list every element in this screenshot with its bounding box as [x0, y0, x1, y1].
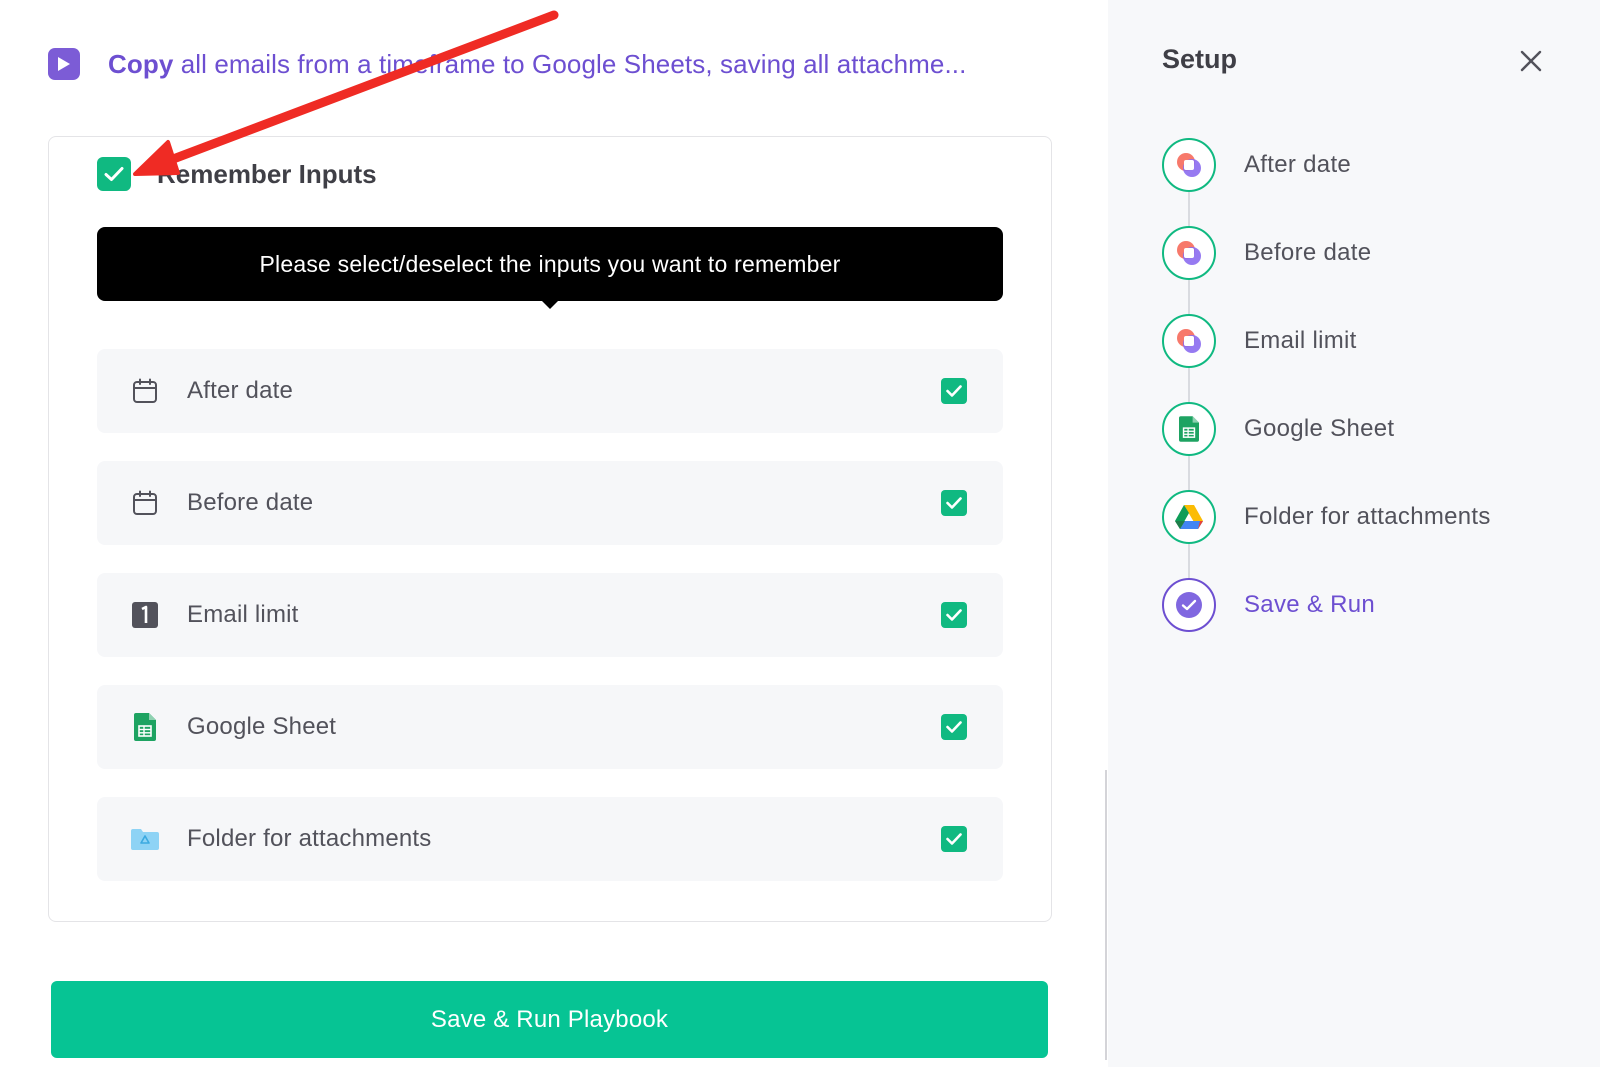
close-icon[interactable] [1516, 46, 1546, 76]
remember-inputs-checkbox[interactable] [97, 157, 131, 191]
input-row-folder-attachments[interactable]: Folder for attachments [97, 797, 1003, 881]
input-label: After date [187, 377, 294, 404]
tooltip: Please select/deselect the inputs you wa… [97, 227, 1003, 309]
step-label: After date [1244, 151, 1352, 178]
step-label: Google Sheet [1244, 415, 1395, 442]
input-label: Email limit [187, 601, 299, 628]
setup-step-folder-attachments[interactable]: Folder for attachments [1162, 490, 1491, 544]
title-bold: Copy [108, 48, 174, 79]
input-row-after-date[interactable]: After date [97, 349, 1003, 433]
play-icon[interactable] [48, 48, 80, 80]
main-panel: Copy all emails from a timeframe to Goog… [0, 0, 1106, 1067]
setup-step-google-sheet[interactable]: Google Sheet [1162, 402, 1394, 456]
playbook-title-row: Copy all emails from a timeframe to Goog… [48, 40, 1068, 88]
input-label: Folder for attachments [187, 825, 432, 852]
input-label: Before date [187, 489, 314, 516]
google-sheets-icon [131, 713, 159, 741]
input-checkbox[interactable] [941, 490, 967, 516]
remember-inputs-row[interactable]: Remember Inputs [97, 157, 377, 191]
remember-inputs-label: Remember Inputs [157, 158, 377, 189]
save-and-run-playbook-button[interactable]: Save & Run Playbook [51, 981, 1048, 1058]
remember-inputs-card: Remember Inputs Please select/deselect t… [48, 136, 1052, 922]
input-row-before-date[interactable]: Before date [97, 461, 1003, 545]
input-label: Google Sheet [187, 713, 337, 740]
input-row-email-limit[interactable]: Email limit [97, 573, 1003, 657]
input-row-google-sheet[interactable]: Google Sheet [97, 685, 1003, 769]
check-circle-icon [1162, 578, 1216, 632]
step-label: Before date [1244, 239, 1372, 266]
playbook-title: Copy all emails from a timeframe to Goog… [108, 49, 1048, 80]
input-checkbox[interactable] [941, 602, 967, 628]
app-logo-icon [1162, 314, 1216, 368]
app-logo-icon [1162, 138, 1216, 192]
calendar-icon [131, 377, 159, 405]
title-rest: all emails from a timeframe to Google Sh… [173, 48, 967, 79]
input-checkbox[interactable] [941, 378, 967, 404]
app-logo-icon [1162, 226, 1216, 280]
setup-step-email-limit[interactable]: Email limit [1162, 314, 1357, 368]
tooltip-caret [541, 300, 559, 309]
drive-folder-icon [131, 825, 159, 853]
input-checkbox[interactable] [941, 714, 967, 740]
scroll-divider [1105, 770, 1107, 1060]
setup-panel: Setup After date Before date Email limit… [1108, 0, 1600, 1067]
tooltip-text: Please select/deselect the inputs you wa… [259, 250, 841, 277]
calendar-icon [131, 489, 159, 517]
google-drive-icon [1162, 490, 1216, 544]
inputs-list: After date Before date Email limit Googl… [97, 349, 1003, 909]
step-label: Folder for attachments [1244, 503, 1491, 530]
setup-step-before-date[interactable]: Before date [1162, 226, 1371, 280]
setup-title: Setup [1162, 44, 1238, 74]
google-sheets-icon [1162, 402, 1216, 456]
number-one-icon [131, 601, 159, 629]
setup-step-save-and-run[interactable]: Save & Run [1162, 578, 1375, 632]
step-label: Email limit [1244, 327, 1357, 354]
setup-step-after-date[interactable]: After date [1162, 138, 1351, 192]
step-label: Save & Run [1244, 591, 1376, 618]
input-checkbox[interactable] [941, 826, 967, 852]
